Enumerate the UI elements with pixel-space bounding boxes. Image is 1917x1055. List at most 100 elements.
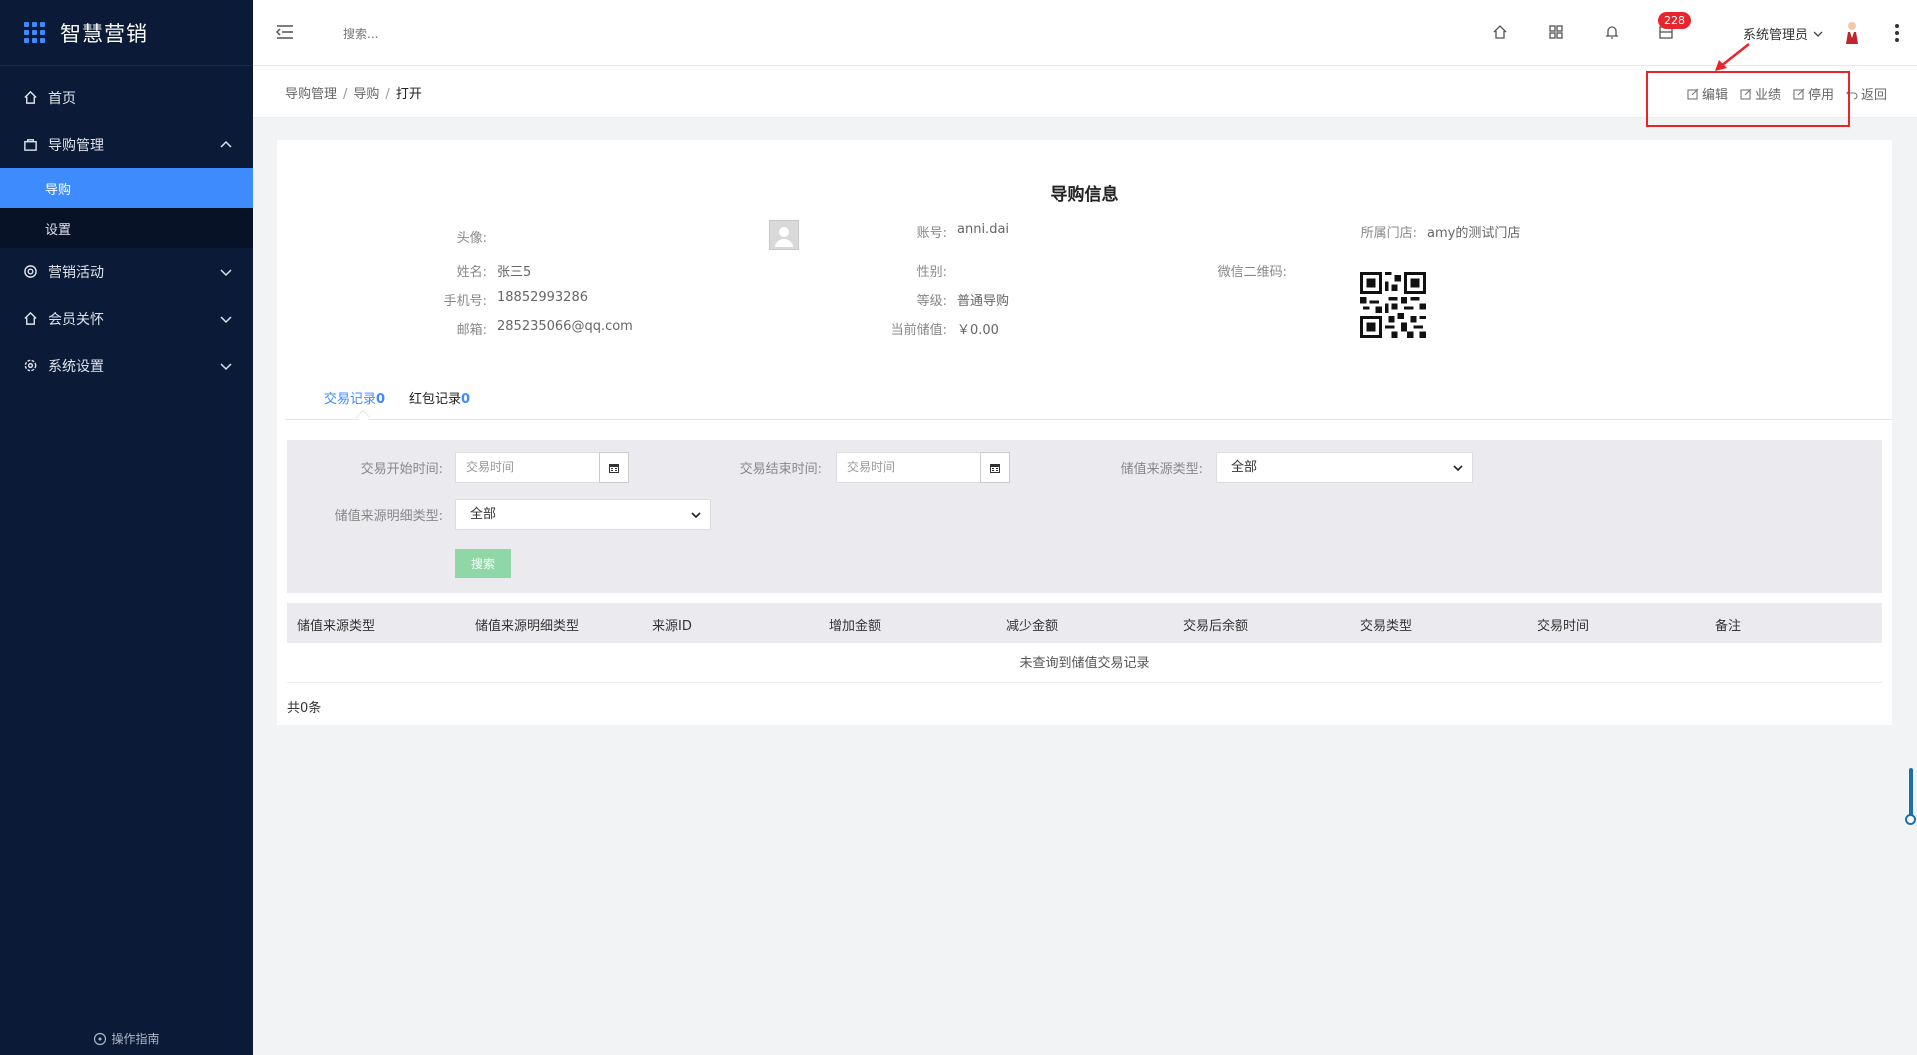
email-value: 285235066@qq.com xyxy=(497,319,633,334)
field-label: 姓名: xyxy=(456,265,487,280)
help-icon xyxy=(94,1032,107,1045)
sidebar-item-system-settings[interactable]: 系统设置 xyxy=(0,342,253,389)
user-name: 系统管理员 xyxy=(1743,28,1809,43)
name-field: 姓名: 张三5 xyxy=(417,261,532,280)
sidebar: 智慧营销 首页 导购管理 导购 设置 营销活动 会员关怀 系统设置 操作指南 xyxy=(0,0,253,1055)
table-header: 储值来源类型 储值来源明细类型 来源ID 增加金额 减少金额 交易后余额 交易类… xyxy=(287,603,1882,643)
column-header: 储值来源明细类型 xyxy=(475,619,580,634)
balance-value: ￥0.00 xyxy=(957,323,999,338)
sidebar-item-home[interactable]: 首页 xyxy=(0,74,253,121)
chevron-down-icon xyxy=(1813,31,1823,37)
chevron-down-icon xyxy=(220,268,232,276)
back-button[interactable]: 返回 xyxy=(1846,84,1887,103)
field-label: 手机号: xyxy=(443,294,487,309)
breadcrumb-current: 打开 xyxy=(395,87,422,102)
sidebar-item-label: 会员关怀 xyxy=(48,311,104,328)
level-value: 普通导购 xyxy=(957,294,1010,309)
tab-red-packets[interactable]: 红包记录0 xyxy=(409,388,470,407)
column-header: 交易类型 xyxy=(1360,619,1413,634)
tab-label: 交易记录 xyxy=(324,392,377,407)
target-icon xyxy=(22,264,38,280)
sidebar-subitem-label: 导购 xyxy=(45,182,72,198)
sidebar-item-member-care[interactable]: 会员关怀 xyxy=(0,295,253,342)
brand[interactable]: 智慧营销 xyxy=(0,0,253,66)
tab-count: 0 xyxy=(376,392,386,407)
tab-count: 0 xyxy=(461,392,471,407)
home-icon[interactable] xyxy=(1491,23,1509,41)
sidebar-item-label: 导购管理 xyxy=(48,137,104,154)
avatar[interactable] xyxy=(1845,20,1859,46)
field-label: 当前储值: xyxy=(890,323,947,338)
source-detail-select[interactable]: 全部 xyxy=(455,499,711,530)
source-detail-value: 全部 xyxy=(470,507,497,522)
brand-name: 智慧营销 xyxy=(60,21,148,46)
tab-transactions[interactable]: 交易记录0 xyxy=(324,388,385,407)
highlight-box xyxy=(1646,71,1850,127)
menu-toggle-icon[interactable] xyxy=(275,22,295,42)
tab-label: 红包记录 xyxy=(409,392,462,407)
field-label: 头像: xyxy=(456,231,487,246)
wechat-qr-code xyxy=(1360,272,1426,338)
sidebar-subitem-settings[interactable]: 设置 xyxy=(0,208,253,248)
column-header: 来源ID xyxy=(652,619,692,634)
sidebar-item-guide-management[interactable]: 导购管理 xyxy=(0,121,253,168)
end-calendar-button[interactable] xyxy=(980,452,1010,483)
breadcrumb-item[interactable]: 导购 xyxy=(353,87,379,102)
field-label: 邮箱: xyxy=(456,323,487,338)
start-calendar-button[interactable] xyxy=(599,452,629,483)
sidebar-subitem-guide[interactable]: 导购 xyxy=(0,168,253,208)
more-vertical-icon[interactable] xyxy=(1894,22,1900,44)
level-field: 等级: 普通导购 xyxy=(807,290,1009,309)
field-label: 微信二维码: xyxy=(1217,265,1287,280)
end-time-input[interactable]: 交易时间 xyxy=(836,452,982,483)
apps-grid-icon[interactable] xyxy=(1547,23,1565,41)
source-type-select[interactable]: 全部 xyxy=(1216,452,1473,483)
user-menu[interactable]: 系统管理员 xyxy=(1743,24,1824,43)
page-title: 导购信息 xyxy=(1050,185,1119,205)
calendar-icon xyxy=(609,463,619,473)
field-label: 所属门店: xyxy=(1360,226,1417,241)
column-header: 储值来源类型 xyxy=(297,619,376,634)
column-header: 备注 xyxy=(1715,619,1742,634)
table-total-count: 共0条 xyxy=(287,701,322,716)
field-label: 性别: xyxy=(916,265,947,280)
help-guide-link[interactable]: 操作指南 xyxy=(0,1030,253,1047)
field-label: 等级: xyxy=(916,294,947,309)
account-value: anni.dai xyxy=(957,222,1010,237)
name-value: 张三5 xyxy=(497,265,532,280)
sidebar-subitem-label: 设置 xyxy=(45,222,72,238)
scrollbar-thumb[interactable] xyxy=(1909,768,1913,820)
chevron-up-icon xyxy=(220,140,232,148)
column-header: 增加金额 xyxy=(829,619,882,634)
source-detail-label: 储值来源明细类型: xyxy=(334,509,443,524)
bag-icon xyxy=(22,137,38,153)
search-button[interactable]: 搜索 xyxy=(455,549,511,578)
guide-avatar xyxy=(769,220,799,250)
annotation-arrow-icon xyxy=(1715,43,1750,71)
start-time-input[interactable]: 交易时间 xyxy=(455,452,601,483)
calendar-icon xyxy=(990,463,1000,473)
avatar-field: 头像: xyxy=(417,227,487,246)
sidebar-item-marketing[interactable]: 营销活动 xyxy=(0,248,253,295)
record-tabs: 交易记录0 红包记录0 xyxy=(285,380,1892,425)
source-type-value: 全部 xyxy=(1231,460,1258,475)
tab-indicator xyxy=(355,409,371,425)
chevron-down-icon xyxy=(1453,465,1463,472)
start-time-label: 交易开始时间: xyxy=(360,462,443,477)
search-input[interactable] xyxy=(343,23,543,45)
breadcrumb-item[interactable]: 导购管理 xyxy=(285,87,337,102)
end-time-label: 交易结束时间: xyxy=(739,462,822,477)
filter-panel: 交易开始时间: 交易时间 交易结束时间: 交易时间 储值来源类型: 全部 储值来… xyxy=(287,440,1882,593)
column-header: 减少金额 xyxy=(1006,619,1059,634)
bell-icon[interactable] xyxy=(1603,23,1621,41)
scrollbar-handle[interactable] xyxy=(1905,814,1916,825)
chevron-down-icon xyxy=(691,512,701,519)
back-label: 返回 xyxy=(1860,88,1887,103)
gear-icon xyxy=(22,358,38,374)
chevron-down-icon xyxy=(220,315,232,323)
source-type-label: 储值来源类型: xyxy=(1120,462,1203,477)
balance-field: 当前储值: ￥0.00 xyxy=(807,319,999,338)
breadcrumb: 导购管理 / 导购 / 打开 xyxy=(285,87,422,102)
phone-value: 18852993286 xyxy=(497,290,588,305)
account-field: 账号: anni.dai xyxy=(807,222,1009,241)
